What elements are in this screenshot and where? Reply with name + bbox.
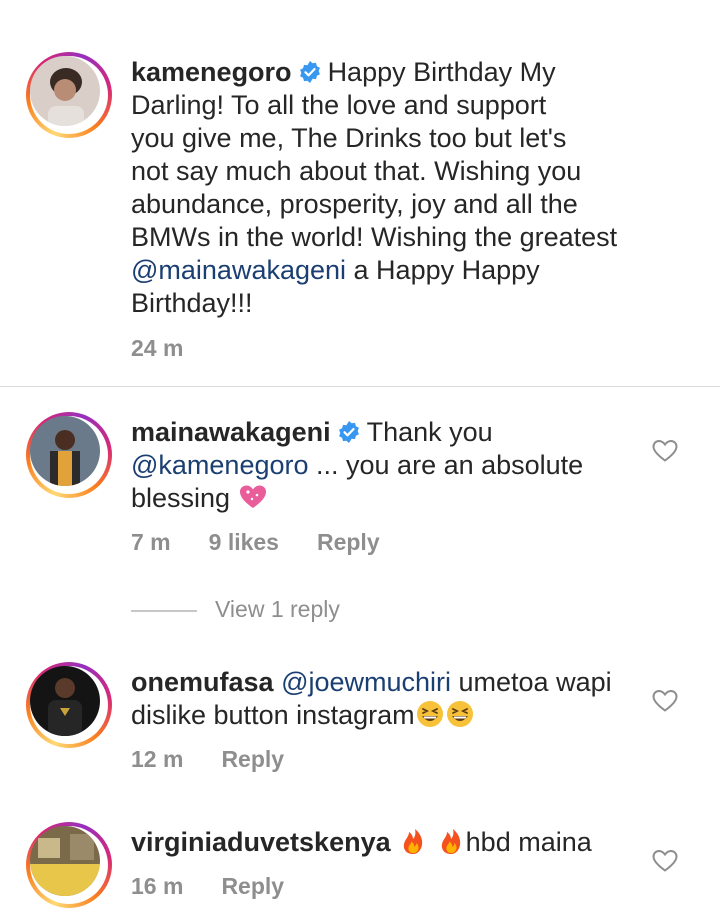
- comment-text: virginiaduvetskenya hbd maina: [131, 827, 592, 857]
- verified-badge-icon: [338, 421, 359, 443]
- avatar: [30, 826, 100, 896]
- comment-time: 12 m: [131, 746, 184, 772]
- comment-text: mainawakageni Thank you @kamenegoro ... y…: [131, 417, 584, 513]
- fire-icon: [403, 829, 423, 854]
- comment-text: kamenegoro Happy Birthday My Darling! To …: [131, 57, 618, 318]
- mention-link[interactable]: @joewmuchiri: [281, 667, 451, 697]
- like-heart-icon[interactable]: [652, 689, 678, 713]
- comment-time: 24 m: [131, 335, 184, 361]
- comment-time: 16 m: [131, 873, 184, 899]
- reply-button[interactable]: Reply: [221, 873, 284, 899]
- comment-meta: 12 m Reply: [131, 746, 322, 773]
- grinning-squinting-face-icon: [446, 701, 473, 727]
- like-heart-icon[interactable]: [652, 849, 678, 873]
- comment-meta: 16 m Reply: [131, 873, 322, 900]
- avatar-photo-icon: [30, 416, 100, 486]
- comment-time: 7 m: [131, 529, 171, 555]
- mention-link[interactable]: @kamenegoro: [131, 450, 309, 480]
- avatar: [30, 56, 100, 126]
- avatar: [30, 666, 100, 736]
- username[interactable]: mainawakageni: [131, 417, 331, 447]
- comment-meta: 24 m: [131, 335, 221, 362]
- avatar-ring[interactable]: [26, 822, 112, 908]
- avatar-ring[interactable]: [26, 412, 112, 498]
- avatar-photo-icon: [30, 56, 100, 126]
- fire-icon: [441, 829, 460, 854]
- avatar-photo-icon: [30, 666, 100, 736]
- like-heart-icon[interactable]: [652, 439, 678, 463]
- divider: [0, 386, 720, 387]
- avatar-ring[interactable]: [26, 662, 112, 748]
- avatar: [30, 416, 100, 486]
- likes-count[interactable]: 9 likes: [209, 529, 279, 555]
- comment-text: onemufasa @joewmuchiri umetoa wapi disli…: [131, 667, 612, 730]
- username[interactable]: onemufasa: [131, 667, 274, 697]
- reply-button[interactable]: Reply: [221, 746, 284, 772]
- sparkling-heart-icon: [239, 485, 266, 508]
- username[interactable]: kamenegoro: [131, 57, 292, 87]
- username[interactable]: virginiaduvetskenya: [131, 827, 391, 857]
- view-replies-line: [131, 610, 197, 612]
- avatar-ring[interactable]: [26, 52, 112, 138]
- comment-meta: 7 m 9 likes Reply: [131, 529, 418, 556]
- mention-link[interactable]: @mainawakageni: [131, 255, 346, 285]
- avatar-photo-icon: [30, 826, 100, 896]
- grinning-squinting-face-icon: [416, 701, 443, 727]
- verified-badge-icon: [299, 61, 320, 83]
- reply-button[interactable]: Reply: [317, 529, 380, 555]
